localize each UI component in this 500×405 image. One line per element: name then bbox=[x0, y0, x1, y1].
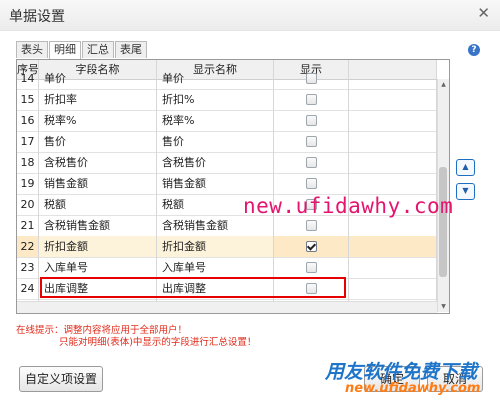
table-row[interactable]: 23 入库单号 入库单号 bbox=[17, 257, 437, 279]
show-cell bbox=[274, 173, 349, 194]
tab-header[interactable]: 表头 bbox=[16, 41, 48, 58]
row-number: 24 bbox=[17, 278, 39, 299]
show-cell bbox=[274, 257, 349, 278]
filler-cell bbox=[349, 110, 437, 131]
help-icon[interactable]: ? bbox=[468, 44, 480, 56]
display-name-cell: 销售金额 bbox=[157, 173, 274, 194]
field-name-cell: 税率% bbox=[39, 110, 157, 131]
show-checkbox[interactable] bbox=[305, 114, 317, 126]
show-cell bbox=[274, 68, 349, 89]
show-checkbox[interactable] bbox=[305, 93, 317, 105]
field-name-cell: 入库单号 bbox=[39, 257, 157, 278]
row-number: 21 bbox=[17, 215, 39, 236]
field-name-cell: 售价 bbox=[39, 131, 157, 152]
field-grid: 序号 字段名称 显示名称 显示 14 单价 单价 15 折扣率 折扣% 16 税率% 税率% 17… bbox=[16, 59, 450, 314]
window-title: 单据设置 bbox=[9, 9, 65, 25]
filler-cell bbox=[349, 89, 437, 110]
horizontal-scrollbar[interactable] bbox=[17, 301, 437, 313]
table-row[interactable]: 22 折扣金额 折扣金额 bbox=[17, 236, 437, 258]
table-row[interactable]: 14 单价 单价 bbox=[17, 68, 437, 90]
field-name-cell: 含税售价 bbox=[39, 152, 157, 173]
show-checkbox[interactable] bbox=[305, 240, 317, 252]
close-icon[interactable]: ✕ bbox=[477, 4, 490, 22]
field-name-cell: 折扣金额 bbox=[39, 236, 157, 257]
show-cell bbox=[274, 131, 349, 152]
show-cell bbox=[274, 236, 349, 257]
display-name-cell: 含税销售金额 bbox=[157, 215, 274, 236]
field-name-cell: 单价 bbox=[39, 68, 157, 89]
row-number: 17 bbox=[17, 131, 39, 152]
hint-line-2: 只能对明细(表体)中显示的字段进行汇总设置！ bbox=[59, 337, 257, 348]
show-cell bbox=[274, 89, 349, 110]
table-row[interactable]: 21 含税销售金额 含税销售金额 bbox=[17, 215, 437, 237]
tab-detail[interactable]: 明细 bbox=[49, 41, 81, 59]
tab-bar: 表头 明细 汇总 表尾 bbox=[16, 41, 148, 59]
display-name-cell: 含税售价 bbox=[157, 152, 274, 173]
watermark-brand: 用友软件免费下载 bbox=[325, 361, 478, 383]
filler-cell bbox=[349, 236, 437, 257]
row-number: 18 bbox=[17, 152, 39, 173]
table-row[interactable]: 17 售价 售价 bbox=[17, 131, 437, 153]
filler-cell bbox=[349, 68, 437, 89]
filler-cell bbox=[349, 215, 437, 236]
show-checkbox[interactable] bbox=[305, 72, 317, 84]
show-checkbox[interactable] bbox=[305, 177, 317, 189]
field-name-cell: 折扣率 bbox=[39, 89, 157, 110]
table-row[interactable]: 18 含税售价 含税售价 bbox=[17, 152, 437, 174]
filler-cell bbox=[349, 152, 437, 173]
show-checkbox[interactable] bbox=[305, 261, 317, 273]
scroll-up-icon[interactable]: ▲ bbox=[438, 79, 449, 90]
highlight-box bbox=[40, 277, 346, 298]
show-cell bbox=[274, 152, 349, 173]
display-name-cell: 入库单号 bbox=[157, 257, 274, 278]
field-name-cell: 含税销售金额 bbox=[39, 215, 157, 236]
tab-summary[interactable]: 汇总 bbox=[82, 41, 114, 58]
display-name-cell: 折扣% bbox=[157, 89, 274, 110]
tab-footer[interactable]: 表尾 bbox=[115, 41, 147, 58]
row-number: 23 bbox=[17, 257, 39, 278]
scroll-thumb[interactable] bbox=[439, 167, 447, 277]
row-number: 22 bbox=[17, 236, 39, 257]
show-checkbox[interactable] bbox=[305, 219, 317, 231]
table-row[interactable]: 16 税率% 税率% bbox=[17, 110, 437, 132]
table-row[interactable]: 19 销售金额 销售金额 bbox=[17, 173, 437, 195]
filler-cell bbox=[349, 131, 437, 152]
filler-cell bbox=[349, 173, 437, 194]
row-number: 16 bbox=[17, 110, 39, 131]
field-name-cell: 税额 bbox=[39, 194, 157, 215]
watermark-url-2: new.ufidawhy.com bbox=[345, 381, 481, 396]
watermark-url: new.ufidawhy.com bbox=[243, 194, 454, 218]
filler-cell bbox=[349, 278, 437, 299]
row-number: 19 bbox=[17, 173, 39, 194]
row-number: 15 bbox=[17, 89, 39, 110]
show-checkbox[interactable] bbox=[305, 135, 317, 147]
show-checkbox[interactable] bbox=[305, 156, 317, 168]
title-bar: 单据设置 ✕ bbox=[0, 0, 500, 31]
field-name-cell: 销售金额 bbox=[39, 173, 157, 194]
show-cell bbox=[274, 215, 349, 236]
table-row[interactable]: 15 折扣率 折扣% bbox=[17, 89, 437, 111]
scroll-down-icon[interactable]: ▼ bbox=[438, 301, 449, 312]
display-name-cell: 售价 bbox=[157, 131, 274, 152]
filler-cell bbox=[349, 257, 437, 278]
row-number: 14 bbox=[17, 68, 39, 89]
custom-fields-button[interactable]: 自定义项设置 bbox=[19, 366, 103, 392]
display-name-cell: 折扣金额 bbox=[157, 236, 274, 257]
display-name-cell: 单价 bbox=[157, 68, 274, 89]
row-number: 20 bbox=[17, 194, 39, 215]
show-cell bbox=[274, 110, 349, 131]
move-up-button[interactable]: ▲ bbox=[456, 159, 475, 176]
display-name-cell: 税率% bbox=[157, 110, 274, 131]
move-down-button[interactable]: ▼ bbox=[456, 183, 475, 200]
